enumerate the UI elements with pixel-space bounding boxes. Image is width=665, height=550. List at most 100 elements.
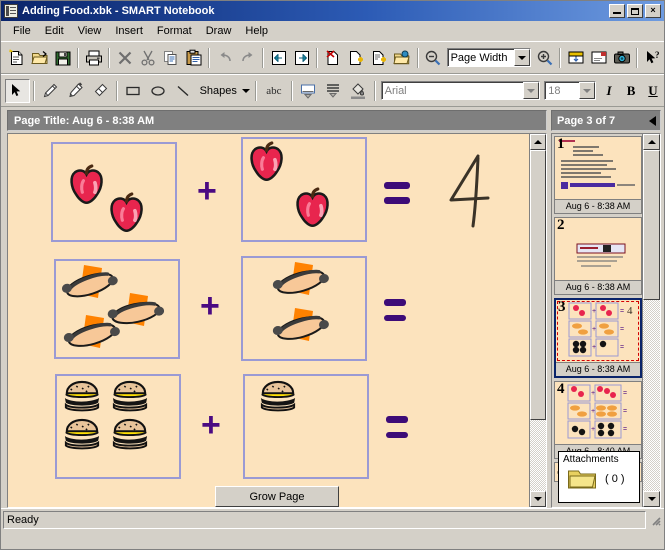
minimize-button[interactable] (609, 4, 625, 18)
zoom-in-icon[interactable] (533, 46, 556, 70)
delete-page-icon[interactable] (321, 46, 344, 70)
scroll-up-arrow-icon[interactable] (530, 134, 546, 150)
clone-page-icon[interactable] (367, 46, 390, 70)
scrollbar-track[interactable] (643, 150, 660, 491)
collapse-left-arrow-icon[interactable] (649, 115, 656, 126)
row-hotdogs-left-box[interactable] (54, 259, 180, 359)
hotdog-group-right (272, 262, 329, 341)
grow-page-button[interactable]: Grow Page (215, 486, 339, 507)
hotdog-group-left (61, 265, 165, 348)
row-hotdogs-right-box[interactable] (241, 256, 367, 361)
thumbnail-preview: 4 + = + = + = (555, 382, 641, 444)
new-page-icon[interactable] (5, 46, 28, 70)
row-burgers-equals (386, 416, 408, 438)
line-weight-icon[interactable] (321, 79, 346, 103)
line-style-icon[interactable] (296, 79, 321, 103)
close-button[interactable]: × (645, 4, 661, 18)
full-screen-icon[interactable] (587, 46, 610, 70)
line-icon[interactable] (171, 79, 196, 103)
menu-edit[interactable]: Edit (38, 23, 71, 39)
chevron-down-icon[interactable] (579, 82, 596, 99)
thumbnail-page-2[interactable]: 2 Aug 6 - 8:38 AM (554, 217, 642, 295)
underline-button[interactable]: U (642, 80, 664, 102)
menu-help[interactable]: Help (238, 23, 275, 39)
menu-bar: File Edit View Insert Format Draw Help (1, 21, 664, 41)
cut-icon[interactable] (136, 46, 159, 70)
screen-shade-icon[interactable] (564, 46, 587, 70)
zoom-level-combo[interactable]: Page Width (446, 48, 531, 67)
canvas-vertical-scrollbar[interactable] (529, 134, 546, 507)
menu-file[interactable]: File (6, 23, 38, 39)
chevron-down-icon[interactable] (523, 82, 540, 99)
toolbar-separator (208, 47, 211, 68)
toolbar-separator (373, 80, 376, 101)
italic-button[interactable]: I (598, 80, 620, 102)
thumbnail-preview: 2 (555, 218, 641, 280)
row-hotdogs-equals (384, 299, 406, 321)
thumbnail-caption: Aug 6 - 8:38 AM (555, 280, 641, 294)
row-burgers-left-box[interactable] (55, 374, 181, 479)
scroll-down-arrow-icon[interactable] (530, 491, 546, 507)
page-title-bar: Page Title: Aug 6 - 8:38 AM (7, 110, 547, 131)
menu-insert[interactable]: Insert (108, 23, 150, 39)
thumbnails-scrollbar[interactable] (642, 134, 660, 507)
row-apples-left-box[interactable] (51, 142, 177, 242)
thumbnails-area: 1 Aug 6 - 8:38 AM 2 Aug 6 - 8:38 AM 3 + … (551, 133, 661, 508)
scrollbar-thumb[interactable] (530, 150, 546, 420)
paste-icon[interactable] (182, 46, 205, 70)
attachment-icon[interactable] (391, 46, 414, 70)
fill-color-icon[interactable] (346, 79, 371, 103)
main-toolbar: Page Width ? (1, 41, 664, 74)
pen-icon[interactable] (38, 79, 63, 103)
svg-text:+: + (591, 390, 595, 397)
screen-capture-icon[interactable] (610, 46, 633, 70)
bold-button[interactable]: B (620, 80, 642, 102)
save-icon[interactable] (51, 46, 74, 70)
text-abc-icon[interactable]: abc (260, 79, 288, 103)
apple-group-right (250, 141, 329, 228)
menu-draw[interactable]: Draw (199, 23, 239, 39)
scroll-down-arrow-icon[interactable] (643, 491, 660, 507)
thumbnail-page-4[interactable]: 4 + = + = + = (554, 381, 642, 459)
chevron-down-icon[interactable] (241, 88, 250, 93)
undo-icon[interactable] (213, 46, 236, 70)
row-burgers-right-box[interactable] (243, 374, 369, 479)
select-pointer-icon[interactable] (5, 78, 30, 103)
thumbnail-page-3[interactable]: 3 + = 4 + = + = Aug 6 - 8:38 AM (554, 298, 642, 378)
svg-text:4: 4 (627, 305, 633, 317)
rectangle-icon[interactable] (121, 79, 146, 103)
status-text: Ready (3, 511, 646, 529)
redo-icon[interactable] (236, 46, 259, 70)
next-page-icon[interactable] (290, 46, 313, 70)
add-page-icon[interactable] (344, 46, 367, 70)
font-family-combo[interactable]: Arial (380, 81, 541, 100)
eraser-icon[interactable] (88, 79, 113, 103)
svg-text:=: = (623, 390, 627, 397)
delete-icon[interactable] (113, 46, 136, 70)
menu-view[interactable]: View (71, 23, 109, 39)
attachments-panel[interactable]: Attachments ( 0 ) (558, 451, 640, 503)
shapes-dropdown[interactable]: Shapes (196, 85, 252, 97)
thumbnail-preview: 1 (555, 137, 641, 199)
row-apples-right-box[interactable] (241, 137, 367, 242)
thumbnail-page-1[interactable]: 1 Aug 6 - 8:38 AM (554, 136, 642, 214)
scrollbar-track[interactable] (530, 150, 546, 491)
help-pointer-icon[interactable]: ? (641, 46, 664, 70)
svg-text:+: + (592, 326, 596, 333)
scroll-up-arrow-icon[interactable] (643, 134, 660, 150)
resize-grip[interactable] (648, 513, 662, 527)
print-icon[interactable] (82, 46, 105, 70)
scrollbar-thumb[interactable] (643, 150, 660, 300)
chevron-down-icon[interactable] (514, 49, 530, 66)
ellipse-icon[interactable] (146, 79, 171, 103)
menu-format[interactable]: Format (150, 23, 199, 39)
font-size-combo[interactable]: 18 (544, 81, 597, 100)
copy-icon[interactable] (159, 46, 182, 70)
open-icon[interactable] (28, 46, 51, 70)
maximize-button[interactable] (627, 4, 643, 18)
previous-page-icon[interactable] (267, 46, 290, 70)
zoom-out-icon[interactable] (422, 46, 445, 70)
thumbnail-caption: Aug 6 - 8:38 AM (555, 199, 641, 213)
page-canvas[interactable]: + + + Grow Page (8, 134, 529, 507)
highlighter-icon[interactable] (63, 79, 88, 103)
